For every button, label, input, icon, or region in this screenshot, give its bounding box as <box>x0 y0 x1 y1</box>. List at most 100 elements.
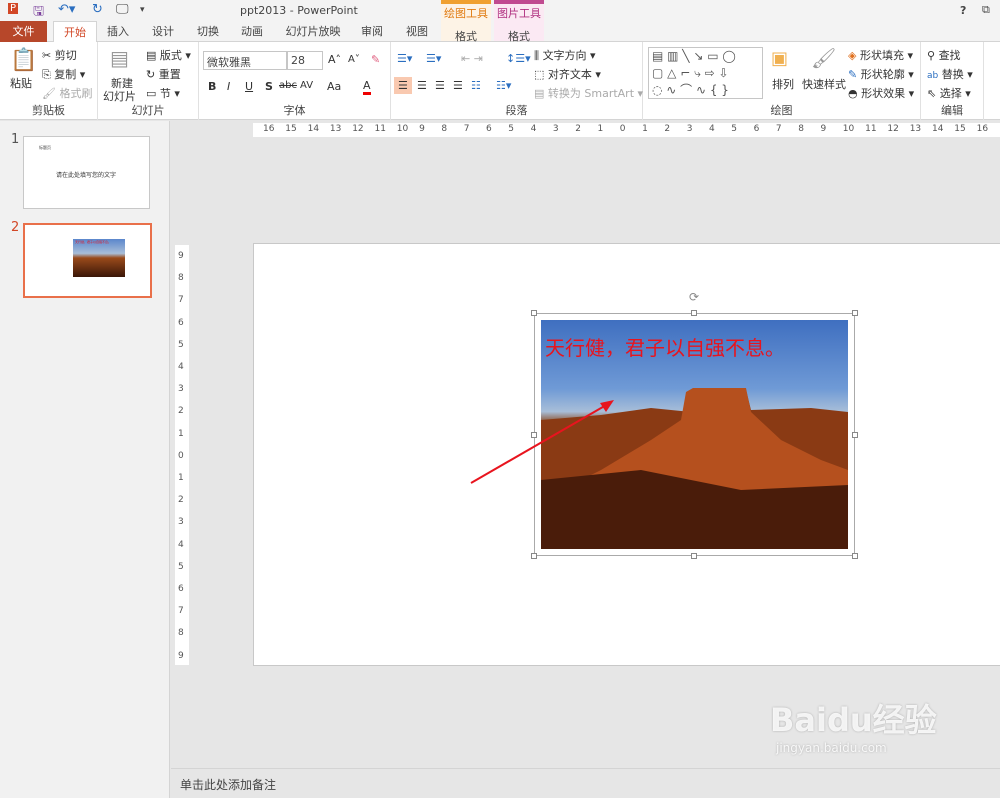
tab-animations[interactable]: 动画 <box>234 21 270 42</box>
tab-review[interactable]: 审阅 <box>354 21 390 42</box>
tab-slideshow[interactable]: 幻灯片放映 <box>282 21 344 42</box>
tab-insert[interactable]: 插入 <box>100 21 136 42</box>
align-text-button[interactable]: ⬚ 对齐文本 ▾ <box>534 66 601 82</box>
clear-format-icon[interactable]: ✎ <box>371 53 380 66</box>
smartart-button[interactable]: ▤ 转换为 SmartArt ▾ <box>534 85 643 101</box>
section-label: 节 <box>159 87 171 100</box>
restore-ribbon-button[interactable]: ⧉ <box>982 3 990 17</box>
ruler-tick-label: 11 <box>865 124 877 134</box>
slide-number-2: 2 <box>11 220 20 235</box>
shrink-font-icon[interactable]: A˅ <box>348 54 360 65</box>
quick-styles-icon[interactable]: 🖌 <box>811 46 836 70</box>
layout-button[interactable]: ▤ 版式 ▾ <box>146 47 191 63</box>
text-direction-button[interactable]: ⫼ 文字方向 ▾ <box>534 47 596 63</box>
tab-view[interactable]: 视图 <box>399 21 435 42</box>
shape-effects-label: 形状效果 <box>861 87 906 100</box>
grow-font-icon[interactable]: A˄ <box>328 53 341 66</box>
rotate-handle-icon[interactable]: ⟳ <box>689 290 699 304</box>
arrange-icon[interactable]: ▣ <box>771 48 788 69</box>
presentation-icon[interactable]: 🖵 <box>116 2 129 17</box>
outline-icon: ✎ <box>848 68 858 81</box>
numbering-icon[interactable]: ☰▾ <box>426 52 441 65</box>
ruler-tick-label: 9 <box>820 124 827 134</box>
format-painter-button[interactable]: 🖌 格式刷 <box>42 85 92 101</box>
ruler-tick-label: 9 <box>419 124 425 134</box>
ruler-tick-label: 2 <box>178 495 184 506</box>
shape-outline-button[interactable]: ✎ 形状轮廓 ▾ <box>848 66 914 82</box>
slide-thumbnail-1[interactable]: 标题页 请在此处填写您的文字 <box>23 136 150 209</box>
binoculars-icon: ⚲ <box>927 49 936 62</box>
change-case-button[interactable]: Aa <box>327 80 341 93</box>
redo-icon[interactable]: ↻ <box>92 2 103 17</box>
baidu-watermark: Baidu经验 jingyan.baidu.com <box>770 695 937 755</box>
line-spacing-icon[interactable]: ↕☰▾ <box>506 52 531 65</box>
resize-handle[interactable] <box>691 310 697 316</box>
reset-label: 重置 <box>158 68 181 81</box>
resize-handle[interactable] <box>531 310 537 316</box>
quick-styles-button[interactable]: 快速样式 <box>802 76 846 92</box>
arrange-button[interactable]: 排列 <box>772 76 794 92</box>
shape-fill-button[interactable]: ◈ 形状填充 ▾ <box>848 47 913 63</box>
underline-button[interactable]: U <box>245 80 253 93</box>
shadow-button[interactable]: S <box>265 80 273 93</box>
picture-caption: 天行健，君子以自强不息。 <box>545 336 785 360</box>
resize-handle[interactable] <box>691 553 697 559</box>
find-button[interactable]: ⚲ 查找 <box>927 47 961 63</box>
layout-label: 版式 <box>159 49 182 62</box>
bold-button[interactable]: B <box>208 80 216 93</box>
ruler-tick-label: 1 <box>642 124 648 134</box>
ruler-tick-label: 15 <box>954 124 966 134</box>
bullets-icon[interactable]: ☰▾ <box>397 52 412 65</box>
reset-button[interactable]: ↻ 重置 <box>146 66 181 82</box>
tab-design[interactable]: 设计 <box>145 21 181 42</box>
columns-icon[interactable]: ☷▾ <box>496 79 511 92</box>
resize-handle[interactable] <box>852 310 858 316</box>
replace-button[interactable]: ab 替换 ▾ <box>927 66 973 82</box>
distribute-icon[interactable]: ☷ <box>471 79 481 92</box>
resize-handle[interactable] <box>531 553 537 559</box>
decrease-indent-icon[interactable]: ⇤ ⇥ <box>461 52 483 65</box>
tab-home[interactable]: 开始 <box>53 21 97 43</box>
italic-button[interactable]: I <box>227 80 230 93</box>
ruler-tick-label: 5 <box>178 561 184 572</box>
ruler-tick-label: 8 <box>178 273 184 284</box>
paste-button[interactable]: 粘贴 <box>10 75 32 91</box>
strikethrough-button[interactable]: abc <box>279 80 297 91</box>
paste-icon[interactable]: 📋 <box>10 48 37 73</box>
cut-button[interactable]: ✂ 剪切 <box>42 47 77 63</box>
justify-icon[interactable]: ☰ <box>453 79 463 92</box>
align-right-icon[interactable]: ☰ <box>435 79 445 92</box>
ruler-tick-label: 8 <box>798 124 804 134</box>
shapes-gallery[interactable]: ▤ ▥ ╲ ↘ ▭ ◯ ▢ △ ⌐ ⤷ ⇨ ⇩ ◌ ∿ ⌒ ∿ { } <box>648 47 763 99</box>
align-left-icon[interactable]: ☰ <box>394 77 412 94</box>
picture-tools-context: 图片工具 格式 <box>494 0 544 43</box>
char-spacing-button[interactable]: AV <box>300 80 313 91</box>
undo-icon[interactable]: ↶▾ <box>58 2 75 17</box>
notes-pane[interactable]: 单击此处添加备注 <box>171 768 1000 798</box>
section-button[interactable]: ▭ 节 ▾ <box>146 85 180 101</box>
copy-button[interactable]: ⎘ 复制 ▾ <box>42 66 85 82</box>
font-name-select[interactable]: 微软雅黑 <box>203 51 287 70</box>
tab-transitions[interactable]: 切换 <box>190 21 226 42</box>
ruler-tick-label: 8 <box>441 124 448 134</box>
help-button[interactable]: ? <box>960 4 966 17</box>
customize-qa-icon[interactable]: ▾ <box>140 5 145 15</box>
shape-effects-button[interactable]: ◓ 形状效果 ▾ <box>848 85 914 101</box>
align-center-icon[interactable]: ☰ <box>417 79 427 92</box>
font-size-select[interactable]: 28 <box>287 51 323 70</box>
resize-handle[interactable] <box>852 553 858 559</box>
ruler-tick-label: 11 <box>374 124 386 134</box>
resize-handle[interactable] <box>852 432 858 438</box>
drawing-tools-label: 绘图工具 <box>444 7 488 20</box>
ruler-tick-label: 4 <box>178 362 184 372</box>
ruler-tick-label: 5 <box>508 124 515 134</box>
notes-placeholder[interactable]: 单击此处添加备注 <box>180 776 276 793</box>
slide-number-1: 1 <box>11 132 20 147</box>
ruler-tick-label: 2 <box>664 124 671 134</box>
ruler-tick-label: 5 <box>731 124 738 134</box>
new-slide-icon[interactable]: ▤ <box>110 46 129 70</box>
tab-file[interactable]: 文件 <box>0 21 47 42</box>
font-color-button[interactable]: A <box>363 79 371 95</box>
slide-thumbnail-2[interactable]: 天行健，君子以自强不息。 <box>23 223 152 298</box>
select-button[interactable]: ⇖ 选择 ▾ <box>927 85 971 101</box>
